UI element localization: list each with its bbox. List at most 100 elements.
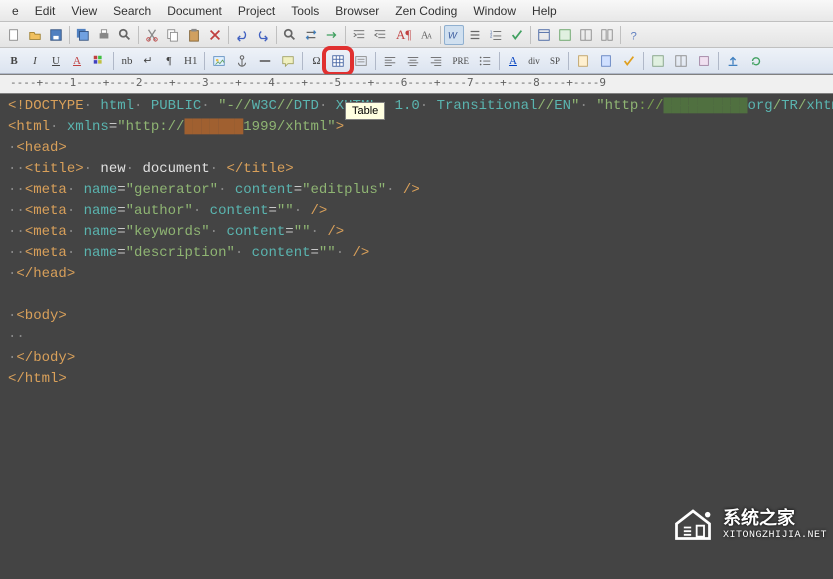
svg-text:2: 2 [490, 33, 493, 38]
list-icon[interactable] [465, 25, 485, 45]
copy-icon[interactable] [163, 25, 183, 45]
code-token: name [75, 203, 117, 219]
wordwrap-icon[interactable]: W [444, 25, 464, 45]
code-editor[interactable]: <!DOCTYPE· html· PUBLIC· "-//W3C//DTD· X… [0, 94, 833, 579]
image-icon[interactable] [208, 51, 230, 71]
italic-button[interactable]: I [25, 51, 45, 71]
delete-icon[interactable] [205, 25, 225, 45]
toolbar-separator [568, 52, 569, 70]
code-token: 1999/xhtml" [243, 119, 335, 135]
code-token: = [269, 203, 277, 219]
menu-search[interactable]: Search [105, 2, 159, 20]
code-token: /> [344, 245, 369, 261]
find-icon[interactable] [280, 25, 300, 45]
window-icon[interactable] [534, 25, 554, 45]
code-token: = [285, 224, 293, 240]
palette-icon[interactable] [88, 51, 110, 71]
form-icon[interactable] [350, 51, 372, 71]
pre-button[interactable]: PRE [448, 51, 473, 71]
code-token: org [748, 98, 773, 114]
replace-icon[interactable] [301, 25, 321, 45]
main-toolbar: A¶ AA W 12 ? [0, 22, 833, 48]
browser-icon[interactable] [555, 25, 575, 45]
paste-icon[interactable] [184, 25, 204, 45]
validate-icon[interactable] [618, 51, 640, 71]
code-token: content [201, 203, 268, 219]
link-button[interactable]: A [503, 51, 523, 71]
align-right-icon[interactable] [425, 51, 447, 71]
nbsp-button[interactable]: nb [117, 51, 137, 71]
menu-edit[interactable]: Edit [27, 2, 64, 20]
cut-icon[interactable] [142, 25, 162, 45]
frame-icon[interactable] [670, 51, 692, 71]
font-color-button[interactable]: A [67, 51, 87, 71]
menu-file[interactable]: e [4, 2, 27, 20]
underline-button[interactable]: U [46, 51, 66, 71]
comment-icon[interactable] [277, 51, 299, 71]
template-icon[interactable] [647, 51, 669, 71]
list-html-icon[interactable] [474, 51, 496, 71]
toolbar-separator [718, 52, 719, 70]
bold-button[interactable]: B [4, 51, 24, 71]
redo-icon[interactable] [253, 25, 273, 45]
toolbar-separator [440, 26, 441, 44]
columns-icon[interactable] [597, 25, 617, 45]
hr-icon[interactable] [254, 51, 276, 71]
code-token: "keywords" [126, 224, 210, 240]
anchor-icon[interactable] [231, 51, 253, 71]
svg-text:A: A [427, 32, 432, 40]
table-button[interactable] [327, 51, 349, 71]
refresh-icon[interactable] [745, 51, 767, 71]
check-icon[interactable] [507, 25, 527, 45]
open-icon[interactable] [25, 25, 45, 45]
code-token: xhtml1 [806, 98, 833, 114]
ruler-marks: ----+----1----+----2----+----3----+----4… [10, 76, 606, 89]
menu-help[interactable]: Help [524, 2, 565, 20]
save-icon[interactable] [46, 25, 66, 45]
code-token: "http [588, 98, 638, 114]
code-token: = [117, 245, 125, 261]
font-size-icon[interactable]: A¶ [391, 25, 416, 45]
numlist-icon[interactable]: 12 [486, 25, 506, 45]
menu-document[interactable]: Document [159, 2, 230, 20]
css-icon[interactable] [595, 51, 617, 71]
paragraph-icon[interactable]: ¶ [159, 51, 179, 71]
menu-zen-coding[interactable]: Zen Coding [387, 2, 465, 20]
align-left-icon[interactable] [379, 51, 401, 71]
upload-icon[interactable] [722, 51, 744, 71]
new-icon[interactable] [4, 25, 24, 45]
panel-icon[interactable] [576, 25, 596, 45]
preview-icon[interactable] [115, 25, 135, 45]
code-token: xmlns [58, 119, 108, 135]
font-icon[interactable]: AA [417, 25, 437, 45]
code-token: content [218, 224, 285, 240]
code-token: </html> [8, 371, 67, 387]
code-token: </body> [16, 350, 75, 366]
break-icon[interactable]: ↵ [138, 51, 158, 71]
print-icon[interactable] [94, 25, 114, 45]
script-icon[interactable] [572, 51, 594, 71]
saveall-icon[interactable] [73, 25, 93, 45]
code-token: /> [395, 182, 420, 198]
undo-icon[interactable] [232, 25, 252, 45]
menu-tools[interactable]: Tools [283, 2, 327, 20]
help-icon[interactable]: ? [624, 25, 644, 45]
menu-browser[interactable]: Browser [327, 2, 387, 20]
heading-button[interactable]: H1 [180, 51, 201, 71]
span-button[interactable]: SP [545, 51, 565, 71]
code-token: "http:// [117, 119, 184, 135]
object-icon[interactable] [693, 51, 715, 71]
menu-view[interactable]: View [63, 2, 105, 20]
outdent-icon[interactable] [370, 25, 390, 45]
menu-window[interactable]: Window [465, 2, 524, 20]
code-token: PUBLIC [142, 98, 201, 114]
menu-project[interactable]: Project [230, 2, 283, 20]
indent-icon[interactable] [349, 25, 369, 45]
goto-icon[interactable] [322, 25, 342, 45]
code-token: "description" [126, 245, 235, 261]
code-token: W3C [252, 98, 277, 114]
align-center-icon[interactable] [402, 51, 424, 71]
code-token: <head> [16, 140, 66, 156]
char-icon[interactable]: Ω [306, 51, 326, 71]
div-button[interactable]: div [524, 51, 544, 71]
